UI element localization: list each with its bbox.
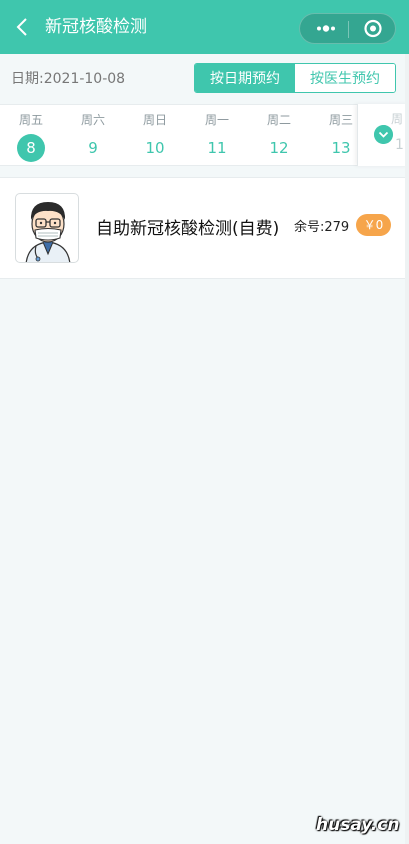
partial-weekday-label: 周 — [391, 112, 404, 126]
booking-mode-toggle: 按日期预约 按医生预约 — [194, 63, 396, 93]
date-number: 11 — [207, 139, 227, 157]
chevron-left-icon[interactable] — [14, 17, 32, 37]
current-date: 日期:2021-10-08 — [11, 71, 126, 87]
date-number: 10 — [145, 139, 165, 157]
weekday-label: 周二 — [266, 113, 291, 127]
date-number: 9 — [88, 139, 98, 157]
weekday-label: 周日 — [142, 113, 167, 127]
tab-by-date[interactable]: 按日期预约 — [195, 64, 295, 92]
date-number: 8 — [17, 134, 45, 162]
scrollbar-track[interactable] — [405, 54, 409, 844]
service-name: 自助新冠核酸检测(自费) — [96, 219, 280, 239]
weekday-label: 周六 — [80, 113, 105, 127]
top-nav-bar: 新冠核酸检测 — [0, 0, 409, 54]
service-item[interactable]: 自助新冠核酸检测(自费) 余号:279 ￥0 — [0, 177, 409, 279]
more-dots-icon[interactable] — [308, 14, 340, 43]
price-badge: ￥0 — [356, 214, 391, 236]
target-circle-icon[interactable] — [357, 14, 389, 43]
date-number: 12 — [269, 139, 289, 157]
watermark: husay.cn — [316, 815, 400, 835]
doctor-avatar-icon — [15, 193, 79, 263]
weekday-label: 周三 — [328, 113, 353, 127]
tab-by-doctor[interactable]: 按医生预约 — [295, 64, 395, 92]
capsule-divider — [348, 21, 349, 38]
weekday-label: 周五 — [18, 113, 43, 127]
week-selector: 周五 8 周六 9 周日 10 周一 11 周二 12 周三 13 — [0, 104, 409, 166]
mini-program-capsule — [299, 13, 396, 44]
page-title: 新冠核酸检测 — [45, 17, 147, 37]
chevron-down-icon[interactable] — [374, 125, 393, 144]
partial-date-number: 1 — [395, 137, 404, 153]
expand-calendar-button[interactable]: 周 1 — [357, 104, 409, 166]
date-number: 13 — [331, 139, 351, 157]
remaining-slots: 余号:279 — [294, 220, 350, 235]
weekday-label: 周一 — [204, 113, 229, 127]
